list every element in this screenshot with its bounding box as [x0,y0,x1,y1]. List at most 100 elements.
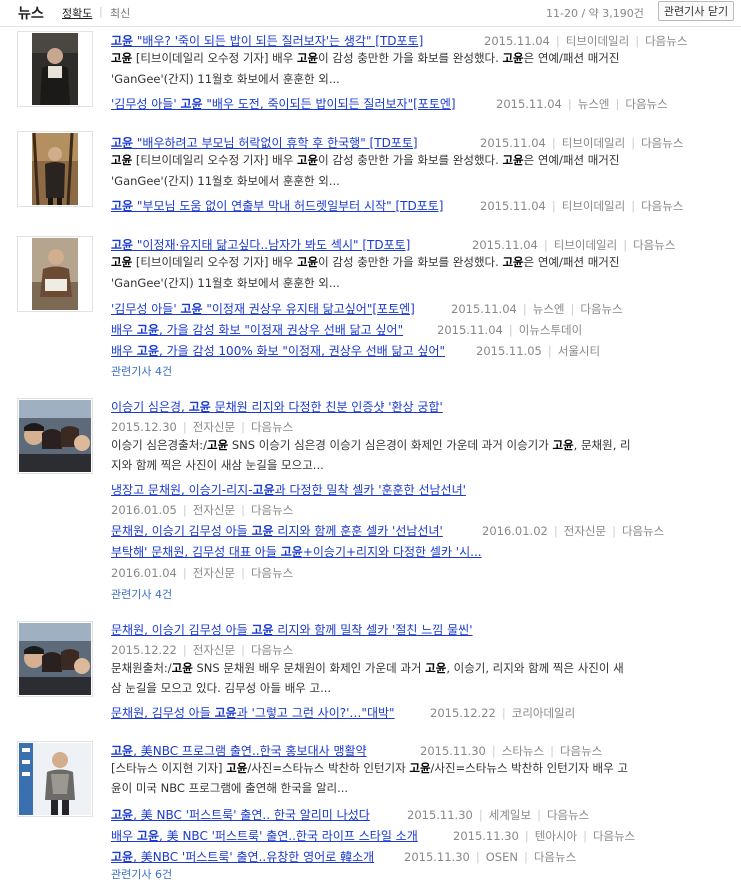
news-source: 티브이데일리 [565,34,630,48]
photo-icon [19,623,91,695]
meta-divider: | [501,706,506,720]
meta-divider: | [491,744,496,758]
news-source: 전자신문 [192,566,236,580]
related-count-link[interactable]: 관련기사 4건 [111,363,172,379]
news-meta: 2015.12.30 | 전자신문 | 다음뉴스 [111,419,293,435]
news-description: 고윤 [티브이데일리 오수정 기자] 배우 고윤이 감성 충만한 가을 화보를 … [111,255,620,269]
meta-divider: | [241,503,245,517]
news-title-link[interactable]: 고윤, 美NBC 프로그램 출연..한국 홍보대사 맹활약 [111,742,367,759]
meta-divider: | [615,97,620,111]
related-count-link[interactable]: 관련기사 4건 [111,586,172,602]
news-description: 'GanGee'(간지) 11월호 화보에서 훈훈한 외... [111,72,340,86]
news-portal-link[interactable]: 다음뉴스 [641,199,683,213]
news-date: 2015.11.04 [451,302,517,316]
related-title-link[interactable]: 배우 고윤, 가을 감성 화보 "이정재 권상우 선배 닮고 싶어" [111,321,403,338]
news-thumbnail[interactable] [17,31,93,107]
news-portal-link[interactable]: 다음뉴스 [625,97,667,111]
news-date: 2015.11.30 [420,744,486,758]
news-portal-link[interactable]: 다음뉴스 [251,503,293,517]
news-source: 전자신문 [563,524,607,538]
meta-divider: | [631,199,636,213]
photo-icon [32,132,78,206]
meta-divider: | [567,97,572,111]
news-portal-link[interactable]: 다음뉴스 [645,34,687,48]
meta-divider: | [583,829,587,843]
news-thumbnail[interactable] [17,398,93,474]
news-portal-link[interactable]: 다음뉴스 [547,808,589,822]
news-date: 2015.11.04 [496,97,562,111]
news-meta: 2016.01.04 | 전자신문 | 다음뉴스 [111,565,293,581]
news-description: 윤이 미국 NBC 프로그램에 출연해 한국을 알리... [111,781,349,795]
meta-divider: | [522,302,527,316]
news-date: 2015.12.30 [111,420,177,434]
news-title-link[interactable]: 고윤 "이정재·유지태 닮고싶다..남자가 봐도 섹시" [TD포토] [111,236,410,253]
news-date: 2016.01.04 [111,566,177,580]
meta-divider: | [182,420,187,434]
news-title-link[interactable]: 문채원, 이승기 김무성 아들 고윤 리지와 함께 밀착 셀카 '절친 느낌 물… [111,621,473,638]
related-title-link[interactable]: 고윤, 美 NBC '퍼스트룩' 출연.. 한국 알리미 나섰다 [111,806,370,823]
news-portal-link[interactable]: 다음뉴스 [622,524,664,538]
related-title-link[interactable]: '김무성 아들' 고윤 "배우 도전, 죽이되든 밥이되든 질러보자"[포토엔] [111,95,456,112]
news-meta: 2015.11.04 | 이뉴스투데이 [437,322,582,338]
news-source: OSEN [485,850,518,864]
meta-divider: | [523,850,528,864]
news-meta: 2015.11.04 | 티브이데일리 | 다음뉴스 [472,237,675,253]
news-source: 티브이데일리 [553,238,618,252]
news-thumbnail[interactable] [17,236,93,312]
related-title-link[interactable]: 문채원, 이승기 김무성 아들 고윤 리지와 함께 훈훈 셀카 '선남선녀' [111,522,443,539]
news-date: 2015.11.04 [480,136,546,150]
news-date: 2015.11.30 [404,850,470,864]
photo-icon [19,743,91,815]
news-thumbnail[interactable] [17,131,93,207]
news-title-link[interactable]: 이승기 심은경, 고윤 문채원 리지와 다정한 친분 인증샷 '환상 궁합' [111,398,443,415]
news-portal-link[interactable]: 다음뉴스 [593,829,635,843]
sort-latest-link[interactable]: 최신 [110,5,130,21]
news-date: 2015.11.04 [437,323,503,337]
news-thumbnail[interactable] [17,621,93,697]
meta-divider: | [547,344,552,358]
news-source: 서울시티 [557,344,601,358]
related-title-link[interactable]: 배우 고윤, 가을 감성 100% 화보 "이정재, 권상우 선배 닮고 싶어" [111,342,445,359]
news-meta: 2015.11.30 | 세계일보 | 다음뉴스 [407,807,589,823]
news-portal-link[interactable]: 다음뉴스 [560,744,602,758]
meta-divider: | [524,829,529,843]
sort-accuracy-link[interactable]: 정확도 [62,5,92,21]
news-title-link[interactable]: 고윤 "배우하려고 부모님 허락없이 휴학 후 한국행" [TD포토] [111,134,418,151]
news-date: 2015.12.22 [111,643,177,657]
news-description: 'GanGee'(간지) 11월호 화보에서 훈훈한 외... [111,276,340,290]
news-portal-link[interactable]: 다음뉴스 [251,566,293,580]
meta-divider: | [241,643,245,657]
result-count: 11-20 / 약 3,190건 [546,7,644,20]
related-title-link[interactable]: 부탁해' 문채원, 김무성 대표 아들 고윤+이승기+리지와 다정한 셀카 '시… [111,543,482,560]
close-related-button[interactable]: 관련기사 닫기 [658,1,734,21]
news-date: 2015.11.04 [484,34,550,48]
news-date: 2015.11.04 [472,238,538,252]
news-source: 전자신문 [192,643,236,657]
news-portal-link[interactable]: 다음뉴스 [580,302,622,316]
news-title-link[interactable]: 고윤 "배우? '죽이 되든 밥이 되든 질러보자'는 생각" [TD포토] [111,32,423,49]
related-title-link[interactable]: '김무성 아들' 고윤 "이정재 권상우 유지태 닮고싶어"[포토엔] [111,300,415,317]
related-title-link[interactable]: 문채원, 김무성 아들 고윤과 '그렇고 그런 사이?'…"대박" [111,704,395,721]
news-portal-link[interactable]: 다음뉴스 [534,850,576,864]
news-portal-link[interactable]: 다음뉴스 [251,420,293,434]
news-source: 세계일보 [488,808,532,822]
news-meta: 2015.12.22 | 코리아데일리 [430,705,575,721]
related-title-link[interactable]: 고윤, 美NBC '퍼스트룩' 출연..유창한 영어로 韓소개 [111,848,374,865]
news-description: 'GanGee'(간지) 11월호 화보에서 훈훈한 외... [111,174,340,188]
news-date: 2015.11.04 [480,199,546,213]
news-meta: 2015.11.04 | 티브이데일리 | 다음뉴스 [484,33,687,49]
meta-divider: | [241,420,245,434]
news-portal-link[interactable]: 다음뉴스 [251,643,293,657]
meta-divider: | [612,524,616,538]
news-thumbnail[interactable] [17,741,93,817]
related-title-link[interactable]: 배우 고윤, 美 NBC '퍼스트룩' 출연..한국 라이프 스타일 소개 [111,827,418,844]
news-portal-link[interactable]: 다음뉴스 [633,238,675,252]
related-title-link[interactable]: 냉장고 문채원, 이승기-리지-고윤과 다정한 밀착 셀카 '훈훈한 선남선녀' [111,481,466,498]
meta-divider: | [570,302,575,316]
news-portal-link[interactable]: 다음뉴스 [641,136,683,150]
meta-divider: | [543,238,548,252]
related-title-link[interactable]: 고윤 "부모님 도움 없이 연출부 막내 허드렛일부터 시작" [TD포토] [111,197,443,214]
meta-divider: | [508,323,513,337]
photo-icon [32,33,78,105]
related-count-link[interactable]: 관련기사 6건 [111,866,172,882]
